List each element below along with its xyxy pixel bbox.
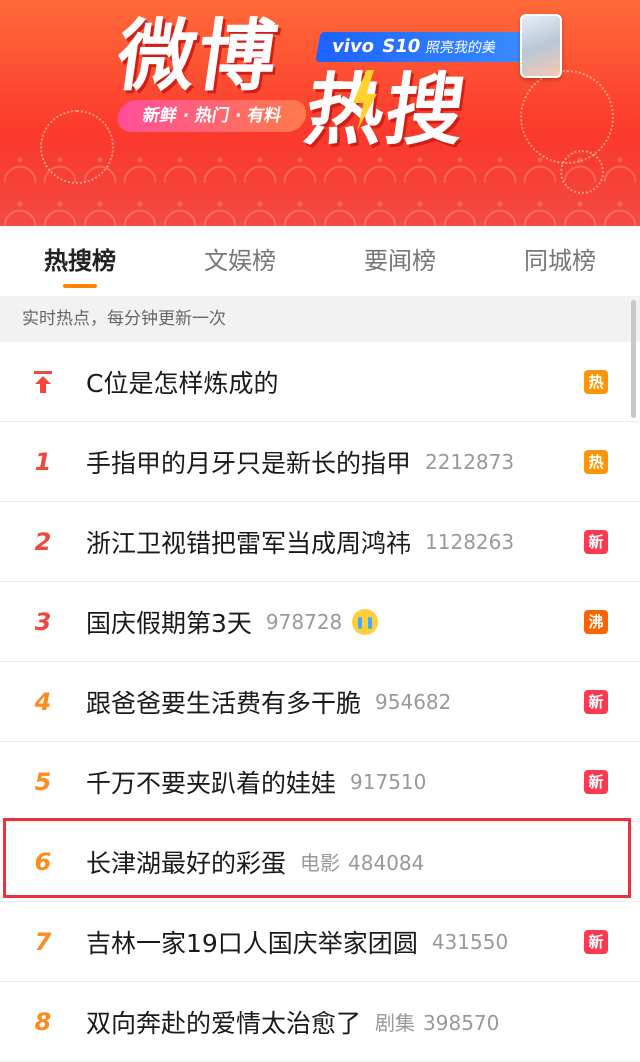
tab-news[interactable]: 要闻榜 [330,226,470,296]
heat-count: 954682 [375,689,452,714]
realtime-subtitle: 实时热点，每分钟更新一次 [0,296,640,342]
phone-product-image[interactable] [520,14,562,78]
ad-slogan: 照亮我的美 [424,40,498,56]
list-item[interactable]: 8 双向奔赴的爱情太治愈了 剧集 398570 [0,982,640,1062]
rank-number: 4 [34,687,52,716]
rank-number: 5 [34,767,52,796]
topic-meta: 电影 484084 [300,847,424,876]
category-label: 剧集 [375,1011,416,1035]
list-item-pinned[interactable]: C位是怎样炼成的 热 [0,342,640,422]
heat-count: 917510 [350,769,427,794]
category-label: 电影 [300,851,341,875]
topic-title: C位是怎样炼成的 [86,368,279,398]
topic-title: 长津湖最好的彩蛋 [86,848,287,878]
list-item[interactable]: 2 浙江卫视错把雷军当成周鸿祎 1128263 新 [0,502,640,582]
heat-count: 2212873 [425,449,515,474]
ad-brand: vivo [330,36,376,57]
list-item[interactable]: 1 手指甲的月牙只是新长的指甲 2212873 热 [0,422,640,502]
ranking-tabs: 热搜榜 文娱榜 要闻榜 同城榜 [0,226,640,296]
list-item[interactable]: 5 千万不要夹趴着的娃娃 917510 新 [0,742,640,822]
rank-number: 2 [34,527,52,556]
rank-number: 6 [34,847,52,876]
tab-hot-search[interactable]: 热搜榜 [10,226,150,296]
tab-entertainment[interactable]: 文娱榜 [170,226,310,296]
pin-top-icon [0,370,86,394]
vivo-ad-badge[interactable]: vivo S10 照亮我的美 [315,32,531,62]
heat-count: 431550 [431,929,509,954]
rank-number: 7 [34,927,52,956]
hot-badge: 热 [584,450,608,474]
rank-number: 8 [34,1007,52,1036]
topic-title: 国庆假期第3天 [86,608,252,638]
banner-tagline: 新鲜 · 热门 · 有料 [115,100,309,132]
list-item[interactable]: 3 国庆假期第3天 978728 沸 [0,582,640,662]
rank-number: 1 [34,447,52,476]
topic-meta: 剧集 398570 [375,1007,499,1036]
new-badge: 新 [584,930,608,954]
new-badge: 新 [584,690,608,714]
banner-title-resou: 热搜 [299,66,473,156]
topic-title: 吉林一家19口人国庆举家团圆 [86,928,418,958]
boiling-badge: 沸 [584,610,608,634]
topic-title: 千万不要夹趴着的娃娃 [86,768,337,798]
heat-count: 978728 [265,609,343,634]
hot-badge: 热 [584,370,608,394]
topic-title: 手指甲的月牙只是新长的指甲 [86,448,412,478]
topic-title: 跟爸爸要生活费有多干脆 [86,688,362,718]
ad-model: S10 [380,36,422,57]
heat-count: 484084 [348,851,425,875]
topic-title: 双向奔赴的爱情太治愈了 [86,1008,362,1038]
list-item[interactable]: 4 跟爸爸要生活费有多干脆 954682 新 [0,662,640,742]
new-badge: 新 [584,530,608,554]
new-badge: 新 [584,770,608,794]
topic-title: 浙江卫视错把雷军当成周鸿祎 [86,528,412,558]
rank-number: 3 [34,607,52,636]
list-item[interactable]: 6 长津湖最好的彩蛋 电影 484084 [0,822,640,902]
hot-search-list: C位是怎样炼成的 热 1 手指甲的月牙只是新长的指甲 2212873 热 2 浙… [0,342,640,1062]
tab-local[interactable]: 同城榜 [490,226,630,296]
crying-face-icon [352,608,379,635]
list-item[interactable]: 7 吉林一家19口人国庆举家团圆 431550 新 [0,902,640,982]
heat-count: 398570 [423,1011,500,1035]
heat-count: 1128263 [425,529,515,554]
banner-title-weibo: 微博 [111,12,285,102]
weibo-hot-search-banner: 微博 热搜 vivo S10 照亮我的美 新鲜 · 热门 · 有料 [0,0,640,226]
